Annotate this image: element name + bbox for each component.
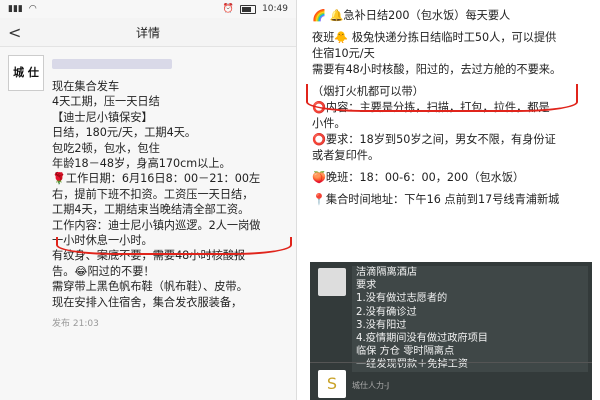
- text-line: 🌹工作日期：6月16日8：00－21：00左: [52, 172, 261, 186]
- text-line: 1.没有做过志愿者的: [356, 293, 448, 305]
- text-line: 告。😂阳过的不要！: [52, 264, 155, 278]
- text-line: 需要有48小时核酸，阳过的，去过方舱的不要来。: [312, 63, 562, 76]
- wifi-icon: ◠: [28, 4, 37, 14]
- signal-icon: ▮▮▮: [8, 4, 23, 14]
- text-line: 4天工期，压一天日结: [52, 95, 160, 109]
- alarm-icon: ⏰: [222, 4, 235, 14]
- chat-avatar: [318, 268, 346, 296]
- text-line: 🌈 🔔急补日结200（包水饭）每天要人: [312, 9, 511, 22]
- text-line: 一经发现罚款＋免掉工资: [356, 359, 469, 371]
- text-line: 🍑晚班：18：00-6：00，200（包水饭）: [312, 171, 525, 184]
- text-line: 【迪士尼小镇保安】: [52, 110, 153, 124]
- back-button[interactable]: <: [8, 23, 21, 42]
- nav-bar: < 详情: [0, 18, 296, 47]
- status-left-icons: ▮▮▮ ◠: [8, 4, 37, 14]
- company-logo: S: [318, 370, 346, 398]
- text-line: 工期4天，工期结束当晚结清全部工资。: [52, 203, 250, 217]
- status-time: 10:49: [262, 4, 288, 14]
- post-timestamp: 发布 21:03: [52, 319, 99, 330]
- highlight-underline: [306, 84, 578, 112]
- text-line: 现在集合发车: [52, 80, 120, 93]
- text-line: 3.没有阳过: [356, 319, 407, 331]
- text-line: 包吃2顿，包水，包住: [52, 141, 160, 155]
- left-screenshot: ▮▮▮ ◠ ⏰ 10:49 < 详情 城 仕 现在集合发车 4天工期，压一天日结【…: [0, 0, 297, 400]
- text-line: 2.没有确诊过: [356, 306, 417, 318]
- text-line: 住宿10元/天: [312, 47, 375, 60]
- text-line: 需穿带上黑色帆布鞋（帆布鞋）、皮带。: [52, 280, 248, 294]
- text-line: 小件。: [312, 117, 346, 130]
- chat-screenshot: 洁滴隔离酒店 要求 1.没有做过志愿者的 2.没有确诊过 3.没有阳过 4.疫情期间没有做…: [310, 262, 592, 400]
- text-line: 4.疫情期间没有做过政府项目: [356, 333, 488, 345]
- text-line: 日结，180元/天，工期4天。: [52, 126, 197, 140]
- text-line: 洁滴隔离酒店: [356, 267, 418, 278]
- post: 城 仕 现在集合发车 4天工期，压一天日结 【迪士尼小镇保安】日结，180元/天，工…: [0, 47, 296, 329]
- divider: [310, 362, 592, 363]
- text-line: 工作内容：迪士尼小镇内巡逻。2人一岗做: [52, 218, 261, 232]
- chat-sender-name: 城仕人力-J: [352, 381, 390, 390]
- right-screenshot: 🌈 🔔急补日结200（包水饭）每天要人夜班🐥 极兔快递分拣日结临时工50人，可以…: [300, 0, 600, 400]
- status-bar: ▮▮▮ ◠ ⏰ 10:49: [0, 0, 296, 18]
- text-line: 要求: [356, 280, 377, 292]
- text-line: 📍集合时间地址：下午16 点前到17号线青浦新城: [312, 193, 560, 206]
- page-title: 详情: [135, 25, 160, 40]
- text-line: 临保 方仓 零时隔离点: [356, 346, 455, 358]
- username-blurred[interactable]: [52, 59, 172, 69]
- text-line: ⭕要求：18岁到50岁之间，男女不限，有身份证: [312, 133, 556, 146]
- text-line: 现在安排入住宿舍，集合发衣服装备，: [52, 295, 243, 309]
- battery-icon: [240, 4, 257, 14]
- text-line: 年龄18－48岁，身高170cm以上。: [52, 157, 231, 171]
- text-line: 夜班🐥 极兔快递分拣日结临时工50人，可以提供: [312, 31, 557, 44]
- chat-bubble: 洁滴隔离酒店 要求 1.没有做过志愿者的 2.没有确诊过 3.没有阳过 4.疫情期间没有做…: [352, 266, 588, 372]
- text-line: 右，提前下班不扣资。工资压一天日结，: [52, 187, 254, 201]
- post-body: 现在集合发车 4天工期，压一天日结 【迪士尼小镇保安】日结，180元/天，工期4天。…: [52, 79, 286, 310]
- highlight-underline: [56, 237, 292, 255]
- avatar[interactable]: 城 仕: [8, 55, 44, 91]
- status-right-icons: ⏰ 10:49: [223, 4, 288, 14]
- text-line: 或者复印件。: [312, 149, 380, 162]
